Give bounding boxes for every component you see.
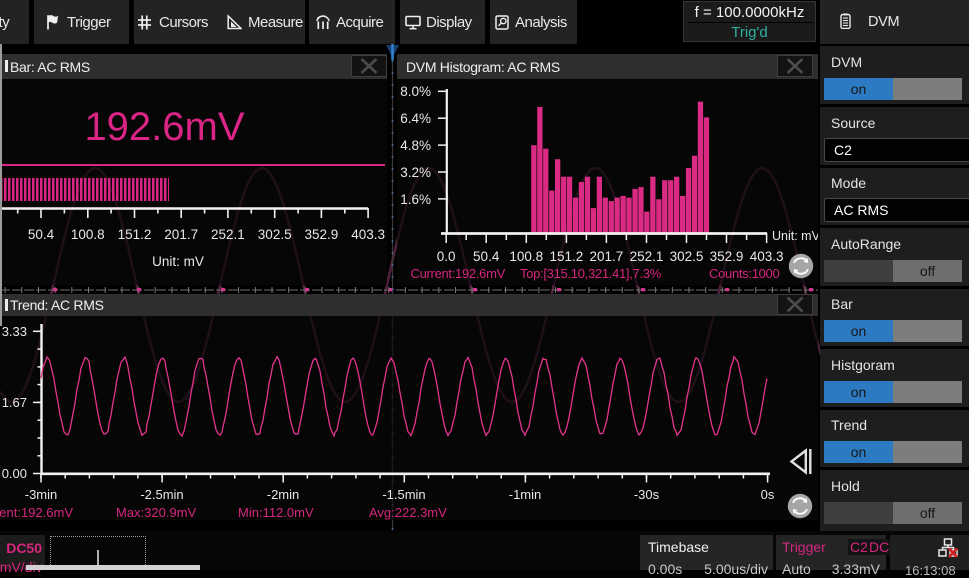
svg-text:8.0%: 8.0% — [400, 84, 431, 99]
svg-text:302.5: 302.5 — [258, 227, 292, 242]
svg-text:Avg:222.3mV: Avg:222.3mV — [369, 505, 447, 520]
svg-text:151.2: 151.2 — [118, 227, 152, 242]
svg-text:403.3: 403.3 — [750, 249, 784, 264]
svg-text:-2min: -2min — [267, 487, 300, 502]
svg-text:0.0: 0.0 — [437, 249, 456, 264]
svg-text:-1min: -1min — [509, 487, 542, 502]
svg-text:50.4: 50.4 — [473, 249, 500, 264]
svg-text:Current:192.6mV: Current:192.6mV — [411, 266, 506, 281]
svg-text:201.7: 201.7 — [590, 249, 624, 264]
svg-text:50.4: 50.4 — [28, 227, 55, 242]
svg-text:252.1: 252.1 — [211, 227, 245, 242]
svg-text:252.1: 252.1 — [630, 249, 664, 264]
svg-text:0s: 0s — [761, 487, 775, 502]
svg-text:Unit: mV: Unit: mV — [772, 229, 818, 243]
svg-text:-1.5min: -1.5min — [382, 487, 425, 502]
svg-text:-2.5min: -2.5min — [140, 487, 183, 502]
svg-text:Current:192.6mV: Current:192.6mV — [0, 505, 73, 520]
svg-text:Unit: mV: Unit: mV — [152, 254, 204, 269]
svg-text:302.5: 302.5 — [670, 249, 704, 264]
svg-text:6.4%: 6.4% — [400, 111, 431, 126]
svg-text:3.33: 3.33 — [2, 324, 27, 339]
svg-text:Top:[315.10,321.41],7.3%: Top:[315.10,321.41],7.3% — [520, 266, 662, 281]
svg-text:403.3: 403.3 — [351, 227, 385, 242]
svg-text:Min:112.0mV: Min:112.0mV — [238, 505, 314, 520]
svg-text:201.7: 201.7 — [164, 227, 198, 242]
svg-text:Max:320.9mV: Max:320.9mV — [116, 505, 197, 520]
svg-text:151.2: 151.2 — [550, 249, 584, 264]
svg-text:100.8: 100.8 — [509, 249, 543, 264]
svg-text:4.8%: 4.8% — [400, 138, 431, 153]
svg-text:100.8: 100.8 — [71, 227, 105, 242]
svg-text:1.6%: 1.6% — [400, 192, 431, 207]
svg-text:-30s: -30s — [634, 487, 660, 502]
svg-text:Counts:1000: Counts:1000 — [709, 266, 779, 281]
svg-text:0.00: 0.00 — [2, 466, 27, 481]
svg-text:352.9: 352.9 — [710, 249, 744, 264]
svg-text:3.2%: 3.2% — [400, 165, 431, 180]
svg-text:352.9: 352.9 — [305, 227, 339, 242]
svg-text:-3min: -3min — [25, 487, 58, 502]
svg-text:1.67: 1.67 — [2, 395, 27, 410]
